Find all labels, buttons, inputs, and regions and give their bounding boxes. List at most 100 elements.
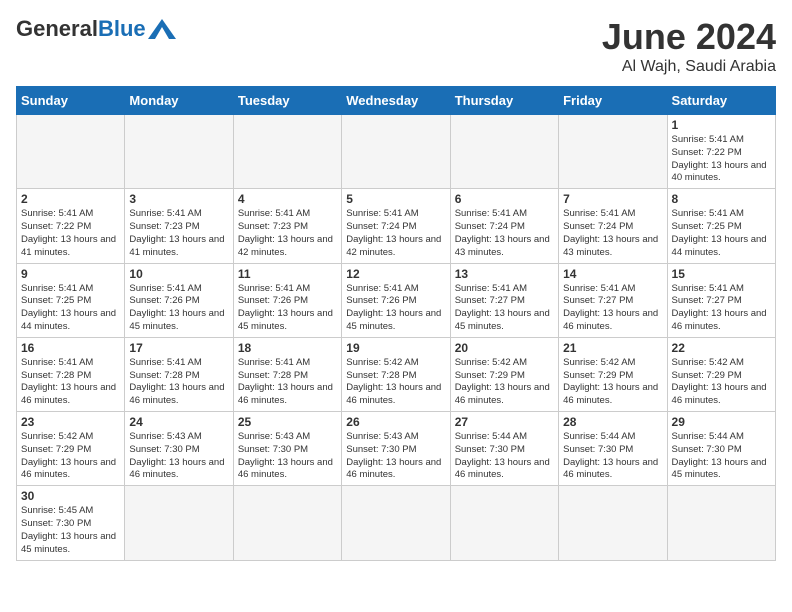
weekday-header-sunday: Sunday <box>17 87 125 115</box>
day-number: 1 <box>672 118 771 132</box>
day-info: Sunrise: 5:41 AM Sunset: 7:28 PM Dayligh… <box>129 357 228 408</box>
calendar-cell: 18Sunrise: 5:41 AM Sunset: 7:28 PM Dayli… <box>233 337 341 411</box>
day-number: 30 <box>21 489 120 503</box>
header: General Blue June 2024 Al Wajh, Saudi Ar… <box>16 16 776 76</box>
calendar-cell: 12 Sunrise: 5:41 AM Sunset: 7:26 PM Dayli… <box>342 263 450 337</box>
calendar-cell: 5 Sunrise: 5:41 AM Sunset: 7:24 PM Daylig… <box>342 189 450 263</box>
day-number: 13 <box>455 267 554 281</box>
calendar-cell: 22 Sunrise: 5:42 AM Sunset: 7:29 PM Dayli… <box>667 337 775 411</box>
calendar-cell: 10 Sunrise: 5:41 AM Sunset: 7:26 PM Dayli… <box>125 263 233 337</box>
day-number: 19 <box>346 341 445 355</box>
day-number: 24 <box>129 415 228 429</box>
calendar-cell: 6Sunrise: 5:41 AM Sunset: 7:24 PM Daylig… <box>450 189 558 263</box>
calendar-cell: 21Sunrise: 5:42 AM Sunset: 7:29 PM Dayli… <box>559 337 667 411</box>
day-number: 8 <box>672 192 771 206</box>
day-number: 20 <box>455 341 554 355</box>
logo-general-text: General <box>16 16 98 42</box>
calendar-cell <box>450 115 558 189</box>
calendar-cell <box>17 115 125 189</box>
calendar-cell <box>450 486 558 560</box>
day-info: Sunrise: 5:41 AM Sunset: 7:27 PM Dayligh… <box>563 283 662 334</box>
day-number: 15 <box>672 267 771 281</box>
calendar-cell: 15 Sunrise: 5:41 AM Sunset: 7:27 PM Dayli… <box>667 263 775 337</box>
day-info: Sunrise: 5:41 AM Sunset: 7:22 PM Dayligh… <box>672 134 771 185</box>
weekday-header-saturday: Saturday <box>667 87 775 115</box>
day-number: 21 <box>563 341 662 355</box>
day-number: 16 <box>21 341 120 355</box>
week-row-0: 1 Sunrise: 5:41 AM Sunset: 7:22 PM Daylig… <box>17 115 776 189</box>
day-number: 22 <box>672 341 771 355</box>
day-info: Sunrise: 5:41 AM Sunset: 7:25 PM Dayligh… <box>672 208 771 259</box>
day-info: Sunrise: 5:41 AM Sunset: 7:27 PM Dayligh… <box>672 283 771 334</box>
calendar-cell <box>233 115 341 189</box>
day-info: Sunrise: 5:43 AM Sunset: 7:30 PM Dayligh… <box>346 431 445 482</box>
day-number: 10 <box>129 267 228 281</box>
calendar-cell: 7Sunrise: 5:41 AM Sunset: 7:24 PM Daylig… <box>559 189 667 263</box>
day-info: Sunrise: 5:43 AM Sunset: 7:30 PM Dayligh… <box>238 431 337 482</box>
calendar-cell: 23 Sunrise: 5:42 AM Sunset: 7:29 PM Dayli… <box>17 412 125 486</box>
location-title: Al Wajh, Saudi Arabia <box>602 58 776 76</box>
calendar-cell <box>233 486 341 560</box>
title-area: June 2024 Al Wajh, Saudi Arabia <box>602 16 776 76</box>
calendar-cell: 19Sunrise: 5:42 AM Sunset: 7:28 PM Dayli… <box>342 337 450 411</box>
day-number: 27 <box>455 415 554 429</box>
day-info: Sunrise: 5:41 AM Sunset: 7:24 PM Dayligh… <box>346 208 445 259</box>
day-info: Sunrise: 5:44 AM Sunset: 7:30 PM Dayligh… <box>455 431 554 482</box>
weekday-header-friday: Friday <box>559 87 667 115</box>
calendar-cell: 20Sunrise: 5:42 AM Sunset: 7:29 PM Dayli… <box>450 337 558 411</box>
week-row-3: 16 Sunrise: 5:41 AM Sunset: 7:28 PM Dayli… <box>17 337 776 411</box>
weekday-header-monday: Monday <box>125 87 233 115</box>
day-info: Sunrise: 5:41 AM Sunset: 7:26 PM Dayligh… <box>238 283 337 334</box>
day-info: Sunrise: 5:41 AM Sunset: 7:26 PM Dayligh… <box>129 283 228 334</box>
day-info: Sunrise: 5:41 AM Sunset: 7:23 PM Dayligh… <box>238 208 337 259</box>
day-number: 4 <box>238 192 337 206</box>
week-row-4: 23 Sunrise: 5:42 AM Sunset: 7:29 PM Dayli… <box>17 412 776 486</box>
day-number: 28 <box>563 415 662 429</box>
day-info: Sunrise: 5:41 AM Sunset: 7:28 PM Dayligh… <box>238 357 337 408</box>
day-info: Sunrise: 5:41 AM Sunset: 7:26 PM Dayligh… <box>346 283 445 334</box>
day-info: Sunrise: 5:41 AM Sunset: 7:24 PM Dayligh… <box>455 208 554 259</box>
weekday-header-row: SundayMondayTuesdayWednesdayThursdayFrid… <box>17 87 776 115</box>
day-number: 17 <box>129 341 228 355</box>
calendar-cell: 27 Sunrise: 5:44 AM Sunset: 7:30 PM Dayli… <box>450 412 558 486</box>
calendar-cell <box>125 115 233 189</box>
day-info: Sunrise: 5:42 AM Sunset: 7:29 PM Dayligh… <box>672 357 771 408</box>
calendar-cell: 4 Sunrise: 5:41 AM Sunset: 7:23 PM Daylig… <box>233 189 341 263</box>
day-info: Sunrise: 5:44 AM Sunset: 7:30 PM Dayligh… <box>672 431 771 482</box>
day-number: 29 <box>672 415 771 429</box>
calendar-cell: 9Sunrise: 5:41 AM Sunset: 7:25 PM Daylig… <box>17 263 125 337</box>
calendar-cell: 1 Sunrise: 5:41 AM Sunset: 7:22 PM Daylig… <box>667 115 775 189</box>
calendar-cell <box>559 115 667 189</box>
calendar-cell: 24Sunrise: 5:43 AM Sunset: 7:30 PM Dayli… <box>125 412 233 486</box>
day-number: 12 <box>346 267 445 281</box>
calendar-cell: 28 Sunrise: 5:44 AM Sunset: 7:30 PM Dayli… <box>559 412 667 486</box>
day-info: Sunrise: 5:41 AM Sunset: 7:23 PM Dayligh… <box>129 208 228 259</box>
calendar-cell <box>342 115 450 189</box>
calendar-cell: 17 Sunrise: 5:41 AM Sunset: 7:28 PM Dayli… <box>125 337 233 411</box>
day-number: 23 <box>21 415 120 429</box>
week-row-1: 2Sunrise: 5:41 AM Sunset: 7:22 PM Daylig… <box>17 189 776 263</box>
day-info: Sunrise: 5:42 AM Sunset: 7:29 PM Dayligh… <box>21 431 120 482</box>
calendar-cell: 29 Sunrise: 5:44 AM Sunset: 7:30 PM Dayli… <box>667 412 775 486</box>
week-row-2: 9Sunrise: 5:41 AM Sunset: 7:25 PM Daylig… <box>17 263 776 337</box>
calendar-cell: 30Sunrise: 5:45 AM Sunset: 7:30 PM Dayli… <box>17 486 125 560</box>
logo-blue-text: Blue <box>98 16 146 42</box>
day-number: 25 <box>238 415 337 429</box>
day-info: Sunrise: 5:44 AM Sunset: 7:30 PM Dayligh… <box>563 431 662 482</box>
calendar-cell: 16Sunrise: 5:41 AM Sunset: 7:28 PM Dayli… <box>17 337 125 411</box>
logo-icon <box>148 19 176 39</box>
day-number: 26 <box>346 415 445 429</box>
calendar-cell: 11 Sunrise: 5:41 AM Sunset: 7:26 PM Dayli… <box>233 263 341 337</box>
day-number: 2 <box>21 192 120 206</box>
day-number: 5 <box>346 192 445 206</box>
day-info: Sunrise: 5:41 AM Sunset: 7:27 PM Dayligh… <box>455 283 554 334</box>
day-info: Sunrise: 5:41 AM Sunset: 7:24 PM Dayligh… <box>563 208 662 259</box>
weekday-header-wednesday: Wednesday <box>342 87 450 115</box>
calendar-cell: 26 Sunrise: 5:43 AM Sunset: 7:30 PM Dayli… <box>342 412 450 486</box>
calendar-cell <box>125 486 233 560</box>
day-number: 9 <box>21 267 120 281</box>
weekday-header-thursday: Thursday <box>450 87 558 115</box>
day-number: 11 <box>238 267 337 281</box>
calendar-cell: 25 Sunrise: 5:43 AM Sunset: 7:30 PM Dayli… <box>233 412 341 486</box>
calendar-cell: 13 Sunrise: 5:41 AM Sunset: 7:27 PM Dayli… <box>450 263 558 337</box>
